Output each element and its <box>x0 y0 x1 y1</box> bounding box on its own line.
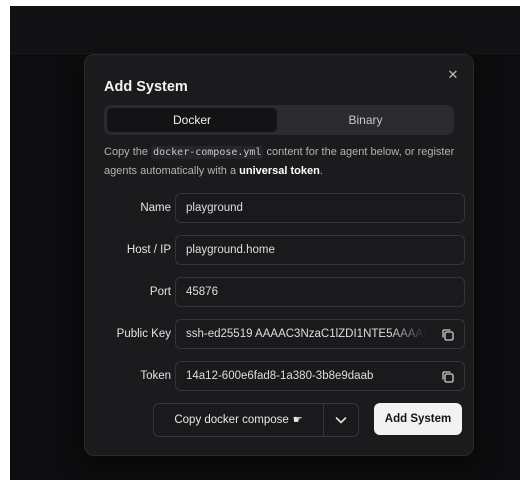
tab-bar: Docker Binary <box>104 105 454 135</box>
port-label: Port <box>149 286 171 298</box>
name-label: Name <box>140 202 171 214</box>
chevron-down-icon[interactable] <box>324 404 358 436</box>
public-key-label: Public Key <box>116 328 171 340</box>
app-background: Add System ✕ Docker Binary Copy the dock… <box>10 6 520 480</box>
description-text: Copy the <box>104 146 152 158</box>
universal-token-link[interactable]: universal token <box>239 165 320 177</box>
add-system-button[interactable]: Add System <box>374 403 462 435</box>
port-value: 45876 <box>186 286 218 298</box>
pointing-hand-icon: ☛ <box>292 414 303 426</box>
name-row: Name playground <box>85 193 473 223</box>
token-label: Token <box>140 370 171 382</box>
tab-docker[interactable]: Docker <box>107 108 277 132</box>
public-key-value: ssh-ed25519 AAAAC3NzaC1lZDI1NTE5AAAAI <box>186 328 426 340</box>
public-key-row: Public Key ssh-ed25519 AAAAC3NzaC1lZDI1N… <box>85 319 473 349</box>
compose-filename: docker-compose.yml <box>151 146 264 159</box>
tab-binary[interactable]: Binary <box>280 108 451 132</box>
close-icon[interactable]: ✕ <box>445 67 461 83</box>
copy-icon[interactable] <box>440 368 456 384</box>
port-row: Port 45876 <box>85 277 473 307</box>
host-value: playground.home <box>186 244 275 256</box>
host-row: Host / IP playground.home <box>85 235 473 265</box>
host-label: Host / IP <box>126 244 171 256</box>
name-input[interactable]: playground <box>175 193 465 223</box>
add-system-dialog: Add System ✕ Docker Binary Copy the dock… <box>84 54 474 456</box>
top-bar <box>10 6 520 54</box>
copy-icon[interactable] <box>440 326 456 342</box>
port-input[interactable]: 45876 <box>175 277 465 307</box>
name-value: playground <box>186 202 243 214</box>
dialog-title: Add System <box>104 79 188 95</box>
copy-docker-compose-button[interactable]: Copy docker compose ☛ <box>154 404 324 436</box>
token-input[interactable]: 14a12-600e6fad8-1a380-3b8e9daab <box>175 361 465 391</box>
copy-compose-split-button: Copy docker compose ☛ <box>153 403 359 437</box>
public-key-input[interactable]: ssh-ed25519 AAAAC3NzaC1lZDI1NTE5AAAAI <box>175 319 465 349</box>
copy-docker-compose-label: Copy docker compose <box>174 414 289 426</box>
host-input[interactable]: playground.home <box>175 235 465 265</box>
description-text: . <box>319 165 323 177</box>
token-value: 14a12-600e6fad8-1a380-3b8e9daab <box>186 370 374 382</box>
token-row: Token 14a12-600e6fad8-1a380-3b8e9daab <box>85 361 473 391</box>
dialog-description: Copy the docker-compose.yml content for … <box>104 143 459 181</box>
